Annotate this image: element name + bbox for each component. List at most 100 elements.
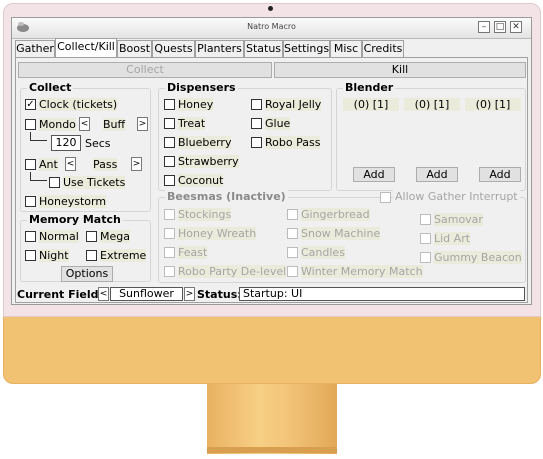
tab-misc[interactable]: Misc xyxy=(330,40,362,57)
robo-party-checkbox[interactable] xyxy=(164,266,175,277)
gummy-beacon-checkbox[interactable] xyxy=(420,252,431,263)
gummy-beacon-label: Gummy Beacon xyxy=(434,251,522,264)
treat-label: Treat xyxy=(178,117,206,130)
options-button[interactable]: Options xyxy=(61,266,113,282)
maximize-icon[interactable]: □ xyxy=(494,21,506,33)
extreme-label: Extreme xyxy=(100,249,147,262)
tab-planters[interactable]: Planters xyxy=(195,40,244,57)
tab-settings[interactable]: Settings xyxy=(283,40,330,57)
extreme-checkbox[interactable] xyxy=(86,250,97,261)
mondo-checkbox[interactable] xyxy=(25,119,36,130)
memory-match-title: Memory Match xyxy=(27,213,123,226)
tree-connector xyxy=(30,172,47,181)
clock-label: Clock (tickets) xyxy=(39,98,118,111)
blender-group: Blender (0) [1] (0) [1] (0) [1] Add Add … xyxy=(336,81,526,191)
tab-gather[interactable]: Gather xyxy=(15,40,55,57)
tab-status[interactable]: Status xyxy=(244,40,283,57)
feast-checkbox[interactable] xyxy=(164,247,175,258)
dispensers-group: Dispensers Honey Treat Blueberry Strawbe… xyxy=(158,81,332,191)
glue-checkbox[interactable] xyxy=(251,118,262,129)
snow-machine-checkbox[interactable] xyxy=(287,228,298,239)
collect-group-title: Collect xyxy=(27,81,74,94)
mondo-right-arrow[interactable]: > xyxy=(137,117,148,131)
blender-add-button-3[interactable]: Add xyxy=(479,167,521,182)
winter-memory-match-checkbox[interactable] xyxy=(287,266,298,277)
monitor-stand xyxy=(207,384,337,454)
ant-right-arrow[interactable]: > xyxy=(131,157,142,171)
dispensers-title: Dispensers xyxy=(165,81,238,94)
minimize-icon[interactable]: – xyxy=(478,21,490,33)
blender-title: Blender xyxy=(343,81,396,94)
tab-credits[interactable]: Credits xyxy=(362,40,404,57)
honeystorm-checkbox[interactable] xyxy=(25,196,36,207)
current-field-label: Current Field: xyxy=(17,288,103,301)
blueberry-checkbox[interactable] xyxy=(164,137,175,148)
candles-checkbox[interactable] xyxy=(287,247,298,258)
night-checkbox[interactable] xyxy=(25,250,36,261)
allow-gather-interrupt-checkbox[interactable] xyxy=(380,192,391,203)
close-icon[interactable]: ✕ xyxy=(510,21,522,33)
status-value: Startup: UI xyxy=(239,287,525,301)
honey-wreath-checkbox[interactable] xyxy=(164,228,175,239)
winter-memory-match-label: Winter Memory Match xyxy=(301,265,423,278)
coconut-label: Coconut xyxy=(178,174,224,187)
normal-label: Normal xyxy=(39,230,79,243)
blender-add-button-1[interactable]: Add xyxy=(353,167,395,182)
field-right-arrow[interactable]: > xyxy=(184,287,195,301)
stockings-label: Stockings xyxy=(178,208,232,221)
mondo-label: Mondo xyxy=(39,118,76,131)
honey-checkbox[interactable] xyxy=(164,99,175,110)
current-field-value: Sunflower xyxy=(110,287,183,301)
ant-label: Ant xyxy=(39,158,58,171)
mondo-option-value: Buff xyxy=(103,118,126,131)
status-label: Status: xyxy=(197,288,242,301)
collect-group: Collect ✓ Clock (tickets) Mondo < Buff >… xyxy=(20,81,151,212)
lid-art-checkbox[interactable] xyxy=(420,233,431,244)
use-tickets-label: Use Tickets xyxy=(63,176,126,189)
robo-pass-checkbox[interactable] xyxy=(251,137,262,148)
blender-add-button-2[interactable]: Add xyxy=(416,167,458,182)
royal-jelly-checkbox[interactable] xyxy=(251,99,262,110)
night-label: Night xyxy=(39,249,69,262)
collect-subtab-button[interactable]: Collect xyxy=(18,62,272,78)
monitor-stand-base xyxy=(207,447,337,453)
royal-jelly-label: Royal Jelly xyxy=(265,98,322,111)
title-bar[interactable]: Natro Macro – □ ✕ xyxy=(12,18,531,39)
mega-checkbox[interactable] xyxy=(86,231,97,242)
candles-label: Candles xyxy=(301,246,345,259)
strawberry-checkbox[interactable] xyxy=(164,156,175,167)
robo-party-label: Robo Party De-level xyxy=(178,265,287,278)
mondo-secs-input[interactable]: 120 xyxy=(51,135,81,151)
camera-dot xyxy=(268,6,273,11)
use-tickets-checkbox[interactable] xyxy=(49,177,60,188)
tab-boost[interactable]: Boost xyxy=(117,40,152,57)
kill-subtab-button[interactable]: Kill xyxy=(274,62,526,78)
app-window: Natro Macro – □ ✕ Gather Collect/Kill Bo… xyxy=(11,17,532,305)
imac-frame: Natro Macro – □ ✕ Gather Collect/Kill Bo… xyxy=(0,0,543,459)
gingerbread-checkbox[interactable] xyxy=(287,209,298,220)
ant-left-arrow[interactable]: < xyxy=(65,157,76,171)
coconut-checkbox[interactable] xyxy=(164,175,175,186)
mondo-left-arrow[interactable]: < xyxy=(79,117,90,131)
mega-label: Mega xyxy=(100,230,130,243)
tab-quests[interactable]: Quests xyxy=(152,40,195,57)
blender-slot-1: (0) [1] xyxy=(343,98,399,111)
tab-collect-kill[interactable]: Collect/Kill xyxy=(55,38,117,57)
normal-checkbox[interactable] xyxy=(25,231,36,242)
blueberry-label: Blueberry xyxy=(178,136,232,149)
secs-label: Secs xyxy=(85,137,111,150)
treat-checkbox[interactable] xyxy=(164,118,175,129)
field-left-arrow[interactable]: < xyxy=(98,287,109,301)
ant-checkbox[interactable] xyxy=(25,159,36,170)
window-title: Natro Macro xyxy=(247,22,296,31)
snow-machine-label: Snow Machine xyxy=(301,227,381,240)
samovar-checkbox[interactable] xyxy=(420,214,431,225)
blender-slot-2: (0) [1] xyxy=(404,98,460,111)
lid-art-label: Lid Art xyxy=(434,232,471,245)
beesmas-group: Beesmas (Inactive) Allow Gather Interrup… xyxy=(158,190,526,283)
clock-checkbox[interactable]: ✓ xyxy=(25,99,36,110)
stockings-checkbox[interactable] xyxy=(164,209,175,220)
blender-slot-3: (0) [1] xyxy=(465,98,521,111)
collect-kill-panel: Collect Kill Collect ✓ Clock (tickets) M… xyxy=(15,57,528,303)
honeystorm-label: Honeystorm xyxy=(39,195,107,208)
